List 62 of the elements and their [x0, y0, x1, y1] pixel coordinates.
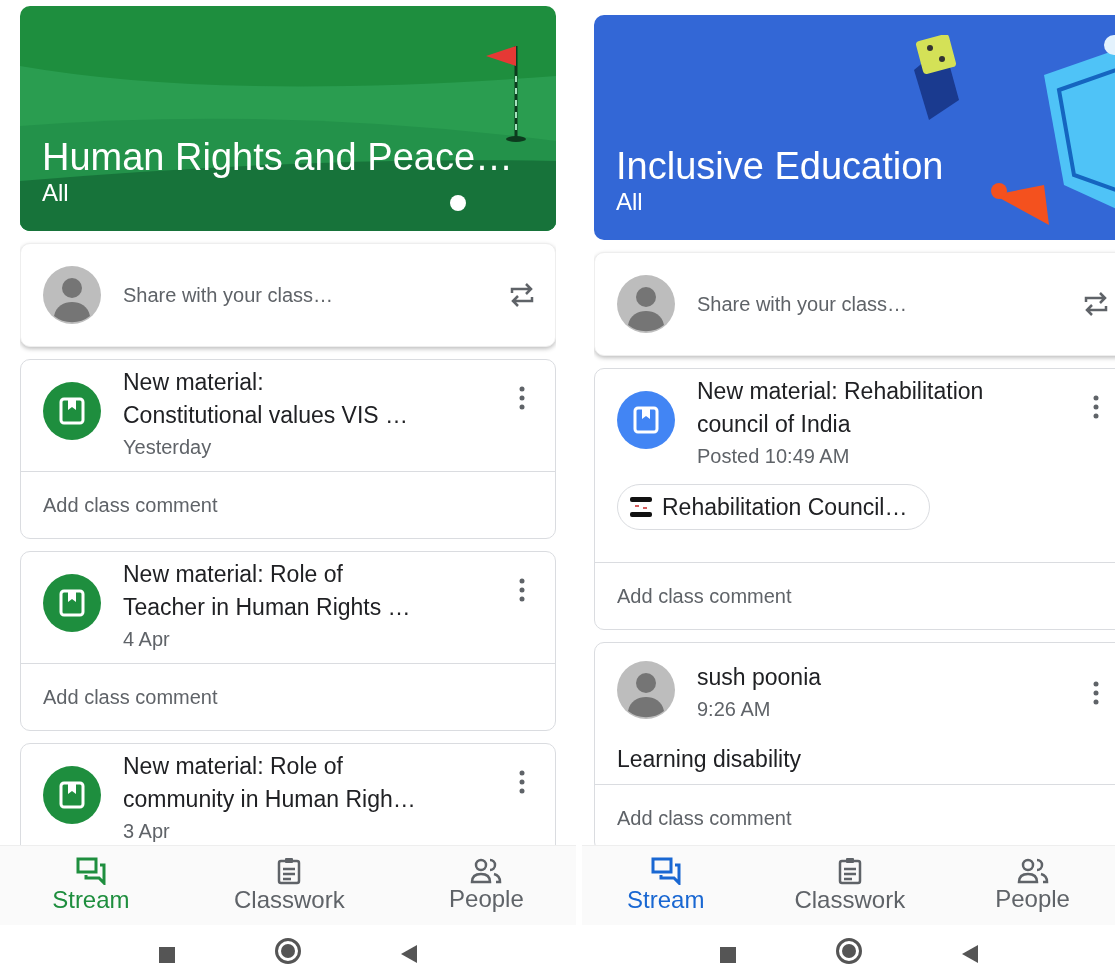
post-title: New material: Rehabilitation [697, 377, 985, 406]
material-icon [43, 766, 101, 824]
recent-apps-icon[interactable] [159, 946, 175, 963]
home-icon[interactable] [835, 937, 862, 964]
nav-tab[interactable]: People [987, 857, 1078, 914]
material-icon [43, 574, 101, 632]
class-title: Human Rights and Peace… [42, 135, 514, 179]
more-options-icon[interactable] [519, 770, 525, 794]
share-card[interactable]: Share with your class… [594, 252, 1115, 356]
add-comment-field[interactable]: Add class comment [43, 494, 218, 516]
back-icon[interactable] [401, 944, 417, 963]
people-icon [470, 857, 503, 884]
add-comment-field[interactable]: Add class comment [617, 807, 792, 829]
nav-tab[interactable]: Classwork [786, 856, 914, 915]
class-banner[interactable]: Inclusive Education All [594, 15, 1115, 240]
post-time: 4 Apr [123, 627, 171, 652]
share-card[interactable]: Share with your class… [20, 243, 556, 347]
document-thumbnail-icon [630, 497, 652, 517]
class-subtitle: All [42, 179, 70, 207]
nav-tab[interactable]: Stream [619, 856, 713, 915]
post-time: Posted 10:49 AM [697, 444, 851, 469]
class-title: Inclusive Education [616, 144, 944, 188]
more-options-icon[interactable] [1093, 395, 1099, 419]
post-time: 9:26 AM [697, 697, 772, 722]
post-time: Yesterday [123, 435, 213, 460]
clipboard-icon [837, 856, 862, 885]
post-title: community in Human Righ… [123, 785, 417, 814]
nav-tab[interactable]: Classwork [225, 856, 353, 915]
post-title: New material: [123, 368, 265, 397]
post-title: Teacher in Human Rights … [123, 593, 412, 622]
repost-arrows-icon[interactable] [1083, 290, 1109, 318]
post-title: council of India [697, 410, 852, 439]
home-icon[interactable] [275, 937, 301, 964]
more-options-icon[interactable] [519, 386, 525, 410]
material-icon [617, 391, 675, 449]
chat-bubbles-icon [650, 856, 681, 885]
add-comment-field[interactable]: Add class comment [43, 686, 218, 708]
post-body: Learning disability [617, 745, 803, 774]
avatar-icon [43, 266, 101, 324]
add-comment-field[interactable]: Add class comment [617, 585, 792, 607]
class-subtitle: All [616, 188, 644, 216]
nav-tab[interactable]: People [441, 857, 532, 914]
back-icon[interactable] [961, 944, 978, 963]
avatar-icon [617, 275, 675, 333]
repost-arrows-icon[interactable] [509, 281, 535, 309]
recent-apps-icon[interactable] [719, 946, 736, 963]
share-placeholder: Share with your class… [697, 292, 909, 317]
clipboard-icon [277, 856, 302, 885]
chat-bubbles-icon [75, 856, 106, 885]
class-banner[interactable]: Human Rights and Peace… All [20, 6, 556, 231]
avatar-icon [617, 661, 675, 719]
more-options-icon[interactable] [519, 578, 525, 602]
people-icon [1016, 857, 1049, 884]
post-title: New material: Role of [123, 560, 344, 589]
share-placeholder: Share with your class… [123, 283, 335, 308]
author-name: sush poonia [697, 663, 823, 692]
post-title: New material: Role of [123, 752, 344, 781]
post-title: Constitutional values VIS … [123, 401, 410, 430]
more-options-icon[interactable] [1093, 681, 1099, 705]
nav-tab[interactable]: Stream [44, 856, 138, 915]
material-icon [43, 382, 101, 440]
post-time: 3 Apr [123, 819, 171, 844]
